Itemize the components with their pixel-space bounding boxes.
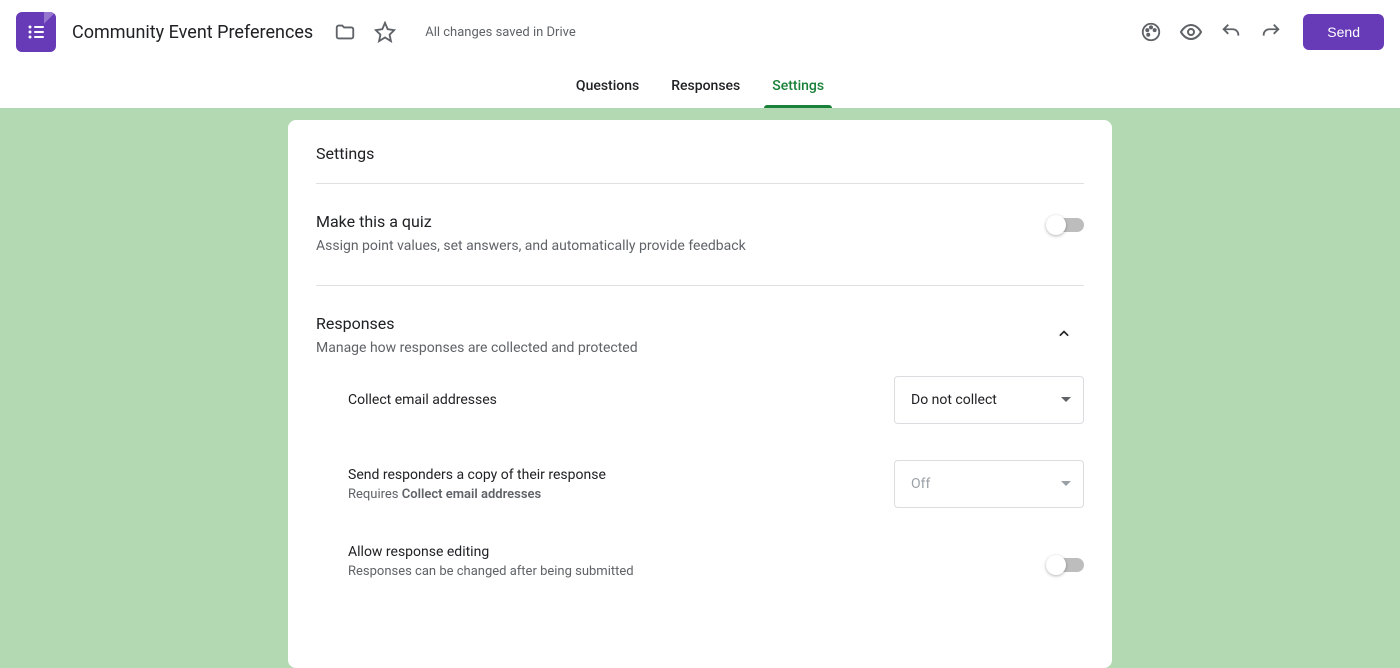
star-button[interactable] (365, 12, 405, 52)
responses-sub-options: Collect email addresses Do not collect S… (316, 358, 1084, 597)
customize-theme-button[interactable] (1131, 12, 1171, 52)
tab-bar: Questions Responses Settings (0, 64, 1400, 108)
quiz-desc: Assign point values, set answers, and au… (316, 237, 1048, 257)
settings-title: Settings (316, 144, 1084, 184)
allow-edit-row: Allow response editing Responses can be … (348, 526, 1084, 597)
chevron-up-icon (1054, 324, 1074, 344)
quiz-heading: Make this a quiz (316, 212, 1048, 231)
collect-email-value: Do not collect (911, 392, 997, 408)
allow-edit-desc: Responses can be changed after being sub… (348, 564, 1048, 579)
settings-card: Settings Make this a quiz Assign point v… (288, 120, 1112, 668)
send-copy-value: Off (911, 476, 930, 492)
move-to-folder-button[interactable] (325, 12, 365, 52)
send-copy-label: Send responders a copy of their response (348, 467, 894, 483)
allow-edit-toggle[interactable] (1048, 558, 1084, 572)
responses-section: Responses Manage how responses are colle… (316, 286, 1084, 626)
tab-settings[interactable]: Settings (756, 64, 840, 108)
responses-heading: Responses (316, 314, 1044, 333)
send-copy-row: Send responders a copy of their response… (348, 442, 1084, 526)
redo-button[interactable] (1251, 12, 1291, 52)
quiz-section: Make this a quiz Assign point values, se… (316, 184, 1084, 286)
app-header: Community Event Preferences All changes … (0, 0, 1400, 64)
toggle-knob (1046, 555, 1066, 575)
form-title[interactable]: Community Event Preferences (72, 22, 313, 43)
undo-button[interactable] (1211, 12, 1251, 52)
dropdown-arrow-icon (1061, 481, 1071, 487)
settings-canvas: Settings Make this a quiz Assign point v… (0, 108, 1400, 668)
collect-email-row: Collect email addresses Do not collect (348, 358, 1084, 442)
forms-app-icon[interactable] (16, 12, 56, 52)
tab-questions[interactable]: Questions (560, 64, 655, 108)
responses-desc: Manage how responses are collected and p… (316, 339, 1044, 359)
send-copy-dropdown: Off (894, 460, 1084, 508)
quiz-toggle[interactable] (1048, 218, 1084, 232)
save-status: All changes saved in Drive (425, 25, 576, 40)
send-button[interactable]: Send (1303, 14, 1384, 50)
allow-edit-label: Allow response editing (348, 544, 1048, 560)
tab-responses[interactable]: Responses (655, 64, 756, 108)
dropdown-arrow-icon (1061, 397, 1071, 403)
toggle-knob (1046, 215, 1066, 235)
collect-email-label: Collect email addresses (348, 392, 894, 408)
collect-email-dropdown[interactable]: Do not collect (894, 376, 1084, 424)
send-copy-requires: Requires Collect email addresses (348, 487, 894, 502)
responses-collapse-button[interactable] (1044, 314, 1084, 354)
preview-button[interactable] (1171, 12, 1211, 52)
